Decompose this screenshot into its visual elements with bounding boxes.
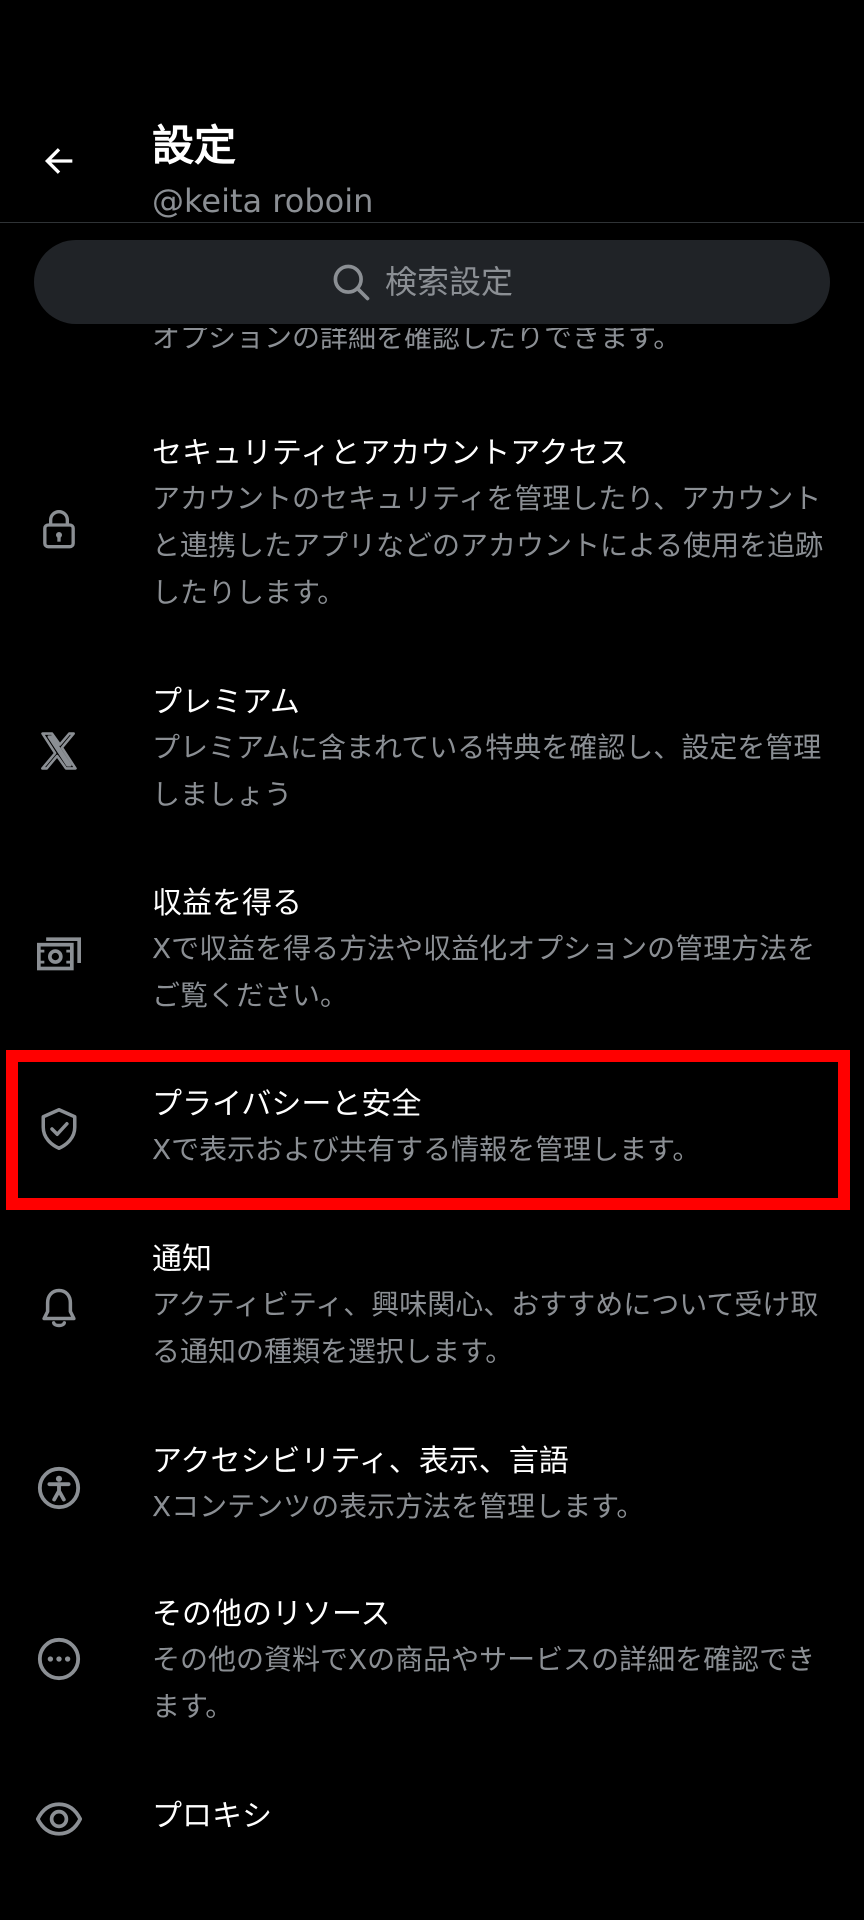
settings-item-title: プレミアム bbox=[152, 685, 300, 720]
settings-item-description: プレミアムに含まれている特典を確認し、設定を管理しましょう bbox=[152, 731, 822, 811]
eye-icon bbox=[35, 1802, 83, 1836]
highlight-box bbox=[6, 1050, 850, 1210]
settings-item-description: その他の資料でXの商品やサービスの詳細を確認できます。 bbox=[152, 1643, 816, 1723]
partial-list-item: オプションの詳細を確認したりできます。 bbox=[152, 328, 842, 362]
settings-item-resources[interactable]: その他のリソース その他の資料でXの商品やサービスの詳細を確認できます。 bbox=[0, 1596, 864, 1732]
settings-item-accessibility[interactable]: アクセシビリティ、表示、言語 Xコンテンツの表示方法を管理します。 bbox=[0, 1443, 864, 1533]
settings-item-title: プロキシ bbox=[152, 1799, 272, 1834]
settings-item-notifications[interactable]: 通知 アクティビティ、興味関心、おすすめについて受け取る通知の種類を選択します。 bbox=[0, 1241, 864, 1377]
settings-item-description: Xで収益を得る方法や収益化オプションの管理方法をご覧ください。 bbox=[152, 932, 816, 1012]
search-bar[interactable] bbox=[34, 240, 830, 324]
account-handle: @keita roboin bbox=[152, 182, 374, 220]
search-input[interactable] bbox=[385, 263, 535, 301]
settings-item-description: アクティビティ、興味関心、おすすめについて受け取る通知の種類を選択します。 bbox=[152, 1288, 819, 1368]
settings-item-proxy[interactable]: プロキシ bbox=[0, 1794, 864, 1844]
search-icon bbox=[333, 264, 370, 301]
bell-icon bbox=[42, 1288, 76, 1328]
lock-icon bbox=[43, 510, 75, 549]
settings-item-title: 通知 bbox=[152, 1242, 212, 1277]
settings-item-security[interactable]: セキュリティとアカウントアクセス アカウントのセキュリティを管理したり、アカウン… bbox=[0, 435, 864, 621]
money-icon bbox=[37, 937, 81, 971]
more-circle-icon bbox=[37, 1637, 81, 1681]
accessibility-icon bbox=[37, 1466, 81, 1510]
arrow-left-icon bbox=[44, 148, 73, 174]
partial-item-description: オプションの詳細を確認したりできます。 bbox=[152, 328, 682, 354]
settings-item-description: アカウントのセキュリティを管理したり、アカウントと連携したアプリなどのアカウント… bbox=[152, 482, 824, 609]
back-button[interactable] bbox=[28, 130, 90, 192]
settings-item-title: セキュリティとアカウントアクセス bbox=[152, 436, 629, 471]
settings-item-description: Xコンテンツの表示方法を管理します。 bbox=[152, 1490, 645, 1523]
settings-item-title: 収益を得る bbox=[152, 886, 302, 921]
page-title: 設定 bbox=[152, 121, 237, 170]
settings-item-title: その他のリソース bbox=[152, 1597, 391, 1632]
settings-item-title: アクセシビリティ、表示、言語 bbox=[152, 1444, 569, 1479]
x-logo-icon bbox=[41, 732, 77, 770]
app-header: 設定 @keita roboin bbox=[0, 0, 864, 223]
settings-item-monetization[interactable]: 収益を得る Xで収益を得る方法や収益化オプションの管理方法をご覧ください。 bbox=[0, 885, 864, 1021]
settings-item-premium[interactable]: プレミアム プレミアムに含まれている特典を確認し、設定を管理しましょう bbox=[0, 684, 864, 820]
